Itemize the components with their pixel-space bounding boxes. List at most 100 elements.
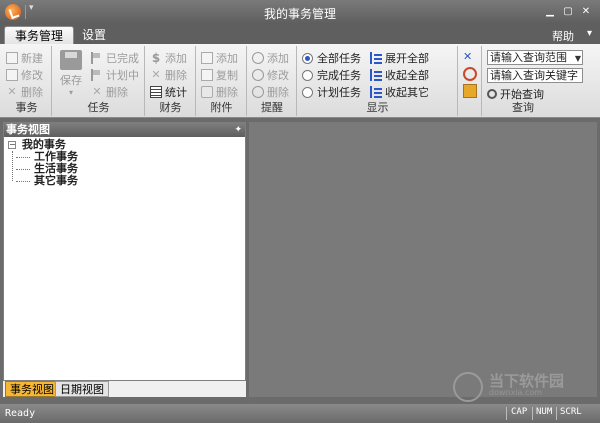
reminder-delete-button[interactable]: 删除 xyxy=(252,84,289,100)
chevron-down-icon: ▼ xyxy=(574,54,581,63)
group-reminder-label: 提醒 xyxy=(261,101,283,114)
grid-icon[interactable] xyxy=(463,84,477,98)
query-keyword-input[interactable]: 请输入查询关键字 xyxy=(487,68,583,83)
panel-bottom-tabs: 事务视图 日期视图 xyxy=(3,380,246,397)
tab-settings[interactable]: 设置 xyxy=(72,26,116,44)
radio-completed-tasks[interactable]: 完成任务 xyxy=(302,67,361,83)
status-separator xyxy=(532,407,533,420)
collapse-all-label: 收起全部 xyxy=(385,69,429,82)
attachment-icon xyxy=(201,52,213,64)
radio-all-tasks-label: 全部任务 xyxy=(317,52,361,65)
edit-affair-button[interactable]: 修改 xyxy=(6,67,43,83)
edit-icon xyxy=(6,69,18,81)
expand-all-button[interactable]: 展开全部 xyxy=(370,50,429,66)
finance-add-button[interactable]: $ 添加 xyxy=(150,50,187,66)
flag-icon xyxy=(91,69,103,81)
delete-affair-button[interactable]: ✕ 删除 xyxy=(6,84,43,100)
delete-affair-label: 删除 xyxy=(21,86,43,99)
group-affair: 新建 修改 ✕ 删除 事务 xyxy=(2,46,52,116)
flag-icon xyxy=(91,52,103,64)
radio-all-tasks[interactable]: 全部任务 xyxy=(302,50,361,66)
main-workspace: 当下软件园 downxia.com xyxy=(249,122,597,402)
save-dropdown-icon: ▾ xyxy=(68,88,73,97)
attachment-add-button[interactable]: 添加 xyxy=(201,50,238,66)
reminder-add-button[interactable]: 添加 xyxy=(252,50,289,66)
radio-planned-tasks[interactable]: 计划任务 xyxy=(302,84,361,100)
num-lock-indicator: NUM xyxy=(536,407,553,417)
collapse-others-button[interactable]: 收起其它 xyxy=(370,84,429,100)
close-button[interactable]: ✕ xyxy=(578,4,594,19)
delete-icon: ✕ xyxy=(7,85,17,98)
task-completed-button[interactable]: 已完成 xyxy=(91,50,139,66)
calculator-icon xyxy=(150,86,162,98)
ribbon: 新建 修改 ✕ 删除 事务 保存 ▾ 已完成 计划中 ✕ 删除 任务 $ 添加 … xyxy=(0,44,600,118)
affair-tree: − 我的事务 工作事务 生活事务 其它事务 xyxy=(4,137,245,187)
query-range-placeholder: 请输入查询范围 xyxy=(490,51,567,64)
group-finance-label: 财务 xyxy=(159,101,182,114)
ribbon-tab-row: 事务管理 设置 帮助 ▾ xyxy=(0,24,600,44)
finance-stats-button[interactable]: 统计 xyxy=(150,84,187,100)
finance-add-label: 添加 xyxy=(165,52,187,65)
copy-icon xyxy=(201,69,213,81)
edit-affair-label: 修改 xyxy=(21,69,43,82)
new-affair-button[interactable]: 新建 xyxy=(6,50,43,66)
task-planned-button[interactable]: 计划中 xyxy=(91,67,139,83)
delete-x-icon[interactable]: ✕ xyxy=(463,50,477,64)
attachment-copy-label: 复制 xyxy=(216,69,238,82)
save-label: 保存 xyxy=(60,74,82,87)
finance-delete-button[interactable]: ✕ 删除 xyxy=(150,67,187,83)
delete-icon: ✕ xyxy=(92,85,102,98)
collapse-others-icon xyxy=(370,86,382,98)
attachment-delete-button[interactable]: 删除 xyxy=(201,84,238,100)
panel-title: 事务视图 xyxy=(6,123,50,136)
scroll-lock-indicator: SCRL xyxy=(560,407,582,417)
refresh-icon[interactable] xyxy=(463,67,477,81)
finance-delete-label: 删除 xyxy=(165,69,187,82)
save-button[interactable]: 保存 ▾ xyxy=(57,50,85,97)
tab-date-view[interactable]: 日期视图 xyxy=(55,381,109,397)
collapse-all-button[interactable]: 收起全部 xyxy=(370,67,429,83)
clock-icon xyxy=(252,52,264,64)
help-dropdown-icon[interactable]: ▾ xyxy=(587,28,592,39)
expand-all-label: 展开全部 xyxy=(385,52,429,65)
minimize-button[interactable]: ▁ xyxy=(542,4,558,19)
query-range-select[interactable]: 请输入查询范围 ▼ xyxy=(487,50,583,65)
reminder-add-label: 添加 xyxy=(267,52,289,65)
collapse-tree-icon xyxy=(370,69,382,81)
task-completed-label: 已完成 xyxy=(106,52,139,65)
attachment-add-label: 添加 xyxy=(216,52,238,65)
group-task-label: 任务 xyxy=(87,101,110,114)
task-delete-button[interactable]: ✕ 删除 xyxy=(91,84,128,100)
reminder-edit-button[interactable]: 修改 xyxy=(252,67,289,83)
pin-icon[interactable]: ✦ xyxy=(234,123,242,137)
group-task: 保存 ▾ 已完成 计划中 ✕ 删除 任务 xyxy=(53,46,145,116)
floppy-disk-icon xyxy=(60,50,82,70)
help-menu[interactable]: 帮助 xyxy=(552,28,574,44)
status-text: Ready xyxy=(5,408,36,419)
status-bar: Ready CAP NUM SCRL xyxy=(0,404,600,423)
delete-icon xyxy=(201,86,213,98)
query-keyword-placeholder: 请输入查询关键字 xyxy=(490,69,578,82)
tree-node-other[interactable]: 其它事务 xyxy=(8,175,245,187)
group-attachment: 添加 复制 删除 附件 xyxy=(197,46,247,116)
search-icon xyxy=(487,89,497,99)
tab-affair-view[interactable]: 事务视图 xyxy=(5,381,59,397)
group-reminder: 添加 修改 删除 提醒 xyxy=(248,46,297,116)
reminder-edit-label: 修改 xyxy=(267,69,289,82)
group-query-label: 查询 xyxy=(512,101,534,114)
window-controls: ▁ ▢ ✕ xyxy=(542,4,594,19)
group-display: 全部任务 完成任务 计划任务 展开全部 收起全部 收起其它 显示 xyxy=(298,46,458,116)
radio-completed-tasks-label: 完成任务 xyxy=(317,69,361,82)
new-document-icon xyxy=(6,52,18,64)
group-affair-label: 事务 xyxy=(15,101,38,114)
status-separator xyxy=(506,407,507,420)
radio-checked-icon xyxy=(302,52,313,64)
collapse-toggle-icon[interactable]: − xyxy=(8,141,16,149)
group-tools: ✕ xyxy=(459,46,482,116)
panel-header: 事务视图 ✦ xyxy=(4,123,245,137)
maximize-button[interactable]: ▢ xyxy=(560,4,576,19)
task-delete-label: 删除 xyxy=(106,86,128,99)
radio-unchecked-icon xyxy=(302,69,313,81)
attachment-copy-button[interactable]: 复制 xyxy=(201,67,238,83)
tab-affair-management[interactable]: 事务管理 xyxy=(4,26,75,44)
